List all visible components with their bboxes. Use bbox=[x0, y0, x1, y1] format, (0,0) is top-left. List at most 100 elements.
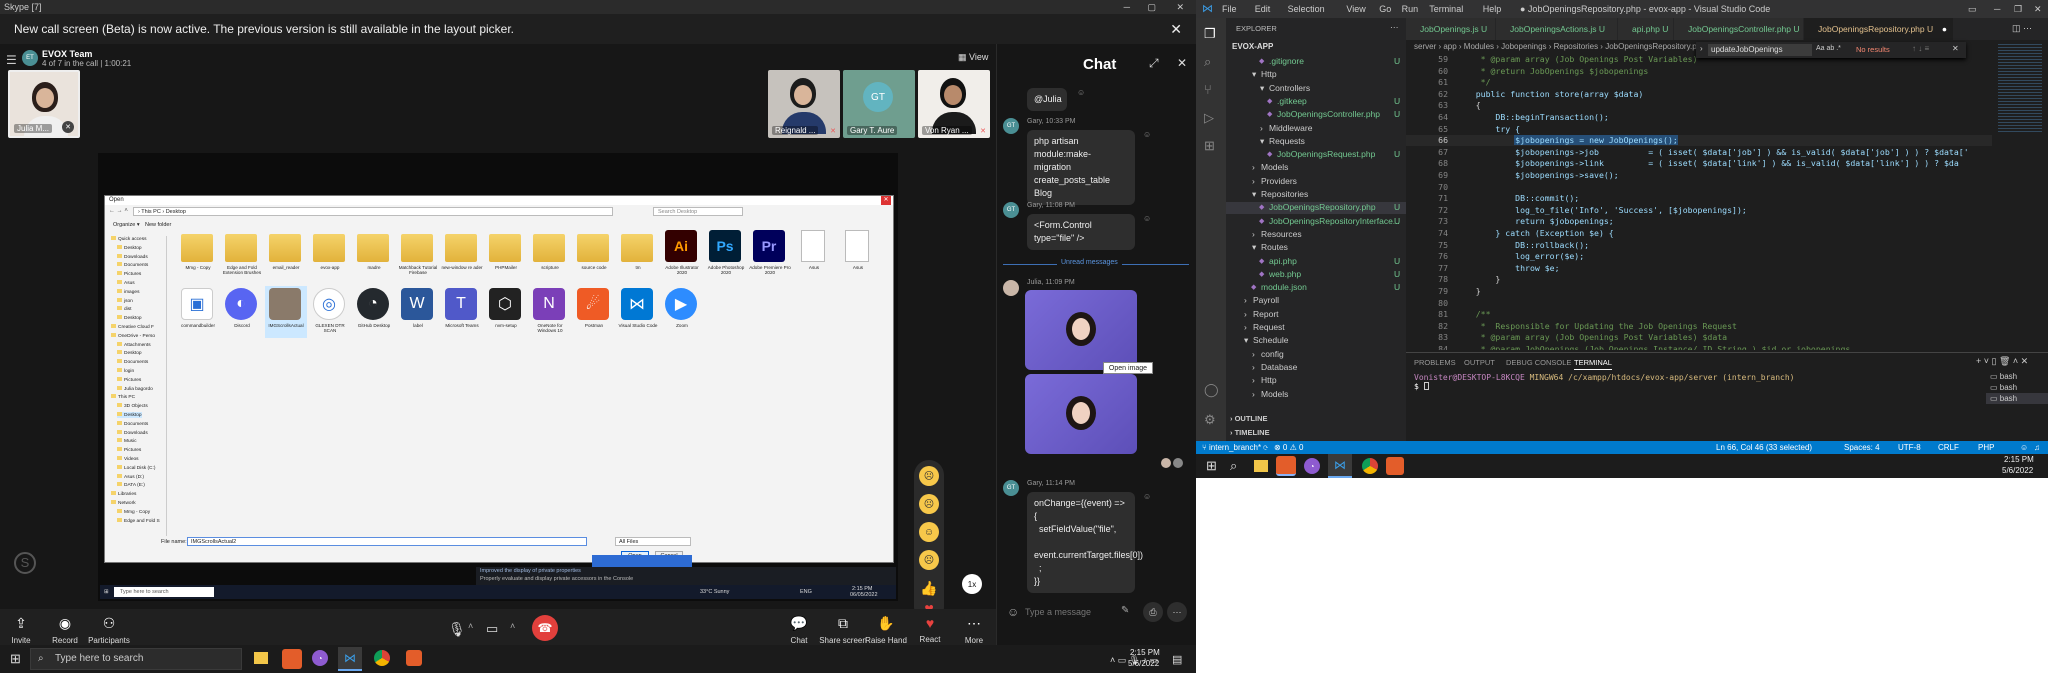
problems-status[interactable]: ⊗ 0 ⚠ 0 bbox=[1274, 441, 1303, 454]
folder-item[interactable]: › Payroll bbox=[1226, 295, 1406, 307]
file-item[interactable]: ◆ JobOpeningsRepository.php U bbox=[1226, 202, 1406, 215]
panel-tab[interactable]: PROBLEMS bbox=[1414, 358, 1456, 367]
nav-item[interactable]: Quick access bbox=[111, 236, 147, 242]
xampp-icon-2[interactable] bbox=[406, 650, 422, 666]
filetype-select[interactable]: All Files bbox=[615, 537, 691, 546]
taskbar-search[interactable]: ⌕ Type here to search bbox=[30, 648, 242, 670]
status-item[interactable]: Ln 66, Col 46 (33 selected) bbox=[1716, 441, 1812, 454]
camera-off-icon[interactable]: ▭ bbox=[486, 621, 498, 637]
source-control-icon[interactable]: ⑂ bbox=[1204, 82, 1212, 97]
menu-icon[interactable]: ☰ bbox=[6, 53, 17, 67]
nav-item[interactable]: Attachments bbox=[117, 341, 151, 348]
unsaved-dot-icon[interactable]: ● bbox=[1942, 18, 1947, 40]
maximize-icon[interactable]: ▢ bbox=[1147, 0, 1156, 14]
nav-item[interactable]: Music bbox=[117, 438, 137, 444]
end-call-button[interactable]: ☎ bbox=[532, 615, 558, 641]
menu-item[interactable]: Go bbox=[1379, 0, 1391, 18]
vscode-taskbar-icon[interactable]: ⋈ bbox=[1328, 454, 1352, 478]
windows-start-icon[interactable]: ⊞ bbox=[1206, 458, 1217, 474]
feedback-icon[interactable]: ☺ bbox=[2020, 441, 2028, 454]
emoji-icon[interactable]: ☺ bbox=[1007, 605, 1019, 619]
close-find-icon[interactable]: ✕ bbox=[1952, 44, 1959, 53]
find-nav-icons[interactable]: ↑ ↓ ≡ bbox=[1912, 44, 1929, 53]
smile-emoji-icon[interactable]: ☺ bbox=[919, 522, 939, 542]
panel-tab[interactable]: DEBUG CONSOLE bbox=[1506, 358, 1571, 367]
nav-item[interactable]: Desktop bbox=[117, 315, 142, 321]
file-entry[interactable]: Pr Adobe Premiere Pro 2020 bbox=[749, 228, 791, 280]
split-editor-icon[interactable]: ◫ ⋯ bbox=[2012, 23, 2032, 34]
filename-input[interactable]: IMGScrollsActual2 bbox=[187, 537, 587, 546]
share-screen-button[interactable]: ⧉ Share screen bbox=[818, 615, 868, 645]
nav-item[interactable]: Julia bagordo bbox=[117, 385, 153, 392]
react-smiley-icon[interactable]: ☺ bbox=[1143, 492, 1151, 501]
editor-breadcrumb[interactable]: server › app › Modules › Jobopenings › R… bbox=[1414, 42, 1706, 51]
file-entry[interactable]: new-window re ader bbox=[441, 228, 483, 280]
laugh-emoji-icon[interactable]: ☹ bbox=[919, 466, 939, 486]
file-entry[interactable]: ▶ Zoom bbox=[661, 286, 703, 338]
file-entry[interactable]: madre bbox=[353, 228, 395, 280]
file-explorer-icon[interactable] bbox=[254, 652, 268, 664]
file-entry[interactable]: ◐ Discord bbox=[221, 286, 263, 338]
nav-item[interactable]: Downloads bbox=[117, 253, 148, 260]
nav-item[interactable]: Creative Cloud F bbox=[111, 324, 154, 330]
nav-item[interactable]: json bbox=[117, 297, 133, 304]
menu-item[interactable]: File bbox=[1222, 0, 1237, 18]
nav-item[interactable]: login bbox=[117, 368, 134, 374]
nav-item[interactable]: DATA (E:) bbox=[117, 482, 145, 488]
crying-emoji-icon[interactable]: ☹ bbox=[919, 550, 939, 570]
settings-gear-icon[interactable]: ⚙ bbox=[1204, 412, 1216, 428]
file-item[interactable]: ◆ JobOpeningsController.php U bbox=[1226, 109, 1406, 121]
editor-tab[interactable]: JobOpeningsController.php U bbox=[1674, 18, 1804, 40]
terminal-shell-item[interactable]: ▭ bash bbox=[1986, 371, 2048, 382]
editor-tab[interactable]: JobOpeningsActions.js U bbox=[1496, 18, 1618, 40]
terminal-output[interactable]: Vonister@DESKTOP-L8KCQE MINGW64 /c/xampp… bbox=[1414, 373, 1964, 391]
chrome-icon[interactable] bbox=[1362, 458, 1378, 474]
mic-muted-icon[interactable]: 🎙 bbox=[448, 621, 466, 638]
file-entry[interactable]: ⋈ Visual Studio Code bbox=[617, 286, 659, 338]
file-entry[interactable]: Asus bbox=[793, 228, 835, 280]
bell-icon[interactable]: ♫ bbox=[2034, 441, 2040, 454]
nav-item[interactable]: Desktop bbox=[117, 350, 142, 356]
participant-tile-self[interactable]: Julia M... ✕ bbox=[8, 70, 80, 138]
nav-item[interactable]: Desktop bbox=[117, 412, 142, 418]
nav-item[interactable]: Videos bbox=[117, 456, 139, 462]
close-icon[interactable]: ✕ bbox=[2034, 0, 2042, 18]
file-entry[interactable]: tm bbox=[617, 228, 659, 280]
banner-close-icon[interactable]: ✕ bbox=[1170, 14, 1182, 44]
code-editor[interactable]: server › app › Modules › Jobopenings › R… bbox=[1406, 40, 2048, 352]
participant-tile[interactable]: Reignald ... ✕ bbox=[768, 70, 840, 138]
menu-item[interactable]: Selection bbox=[1288, 0, 1325, 18]
windows-start-icon[interactable]: ⊞ bbox=[10, 651, 21, 667]
dialog-close-icon[interactable]: ✕ bbox=[881, 196, 891, 205]
folder-item[interactable]: ▾ Requests bbox=[1226, 136, 1406, 148]
nav-item[interactable]: dist bbox=[117, 306, 131, 312]
notifications-icon[interactable]: ▤ bbox=[1172, 653, 1182, 666]
thumbs-up-icon[interactable]: 👍 bbox=[919, 578, 939, 598]
file-entry[interactable]: PHPMailer bbox=[485, 228, 527, 280]
file-entry[interactable]: IMGScrollsActual bbox=[265, 286, 307, 338]
file-entry[interactable]: scripture bbox=[529, 228, 571, 280]
github-desktop-icon[interactable]: ◔ bbox=[312, 650, 328, 666]
participants-button[interactable]: ⚇ Participants bbox=[84, 615, 134, 645]
status-item[interactable]: Spaces: 4 bbox=[1844, 441, 1880, 454]
popout-icon[interactable]: ⤢ bbox=[1149, 56, 1159, 71]
menu-item[interactable]: Help bbox=[1483, 0, 1502, 18]
branch-status[interactable]: ⑂ intern_branch* ⟳ bbox=[1202, 441, 1268, 454]
file-item[interactable]: ◆ JobOpeningsRequest.php U bbox=[1226, 149, 1406, 161]
layout-icon[interactable]: ▭ bbox=[1968, 0, 1977, 18]
folder-item[interactable]: › Database bbox=[1226, 362, 1406, 374]
file-entry[interactable]: N OneNote for Windows 10 bbox=[529, 286, 571, 338]
record-button[interactable]: ◉ Record bbox=[41, 615, 89, 645]
folder-item[interactable]: ▾ Schedule bbox=[1226, 335, 1406, 347]
participant-tile[interactable]: Von Ryan ... ✕ bbox=[918, 70, 990, 138]
file-entry[interactable]: ⬡ nvm-setup bbox=[485, 286, 527, 338]
find-input[interactable]: updateJobOpenings bbox=[1708, 44, 1812, 56]
chevron-up-icon[interactable]: ˄ bbox=[510, 621, 515, 631]
minimap[interactable] bbox=[1992, 40, 2048, 340]
xampp-icon[interactable] bbox=[282, 649, 302, 669]
nav-item[interactable]: Network bbox=[111, 500, 136, 506]
file-entry[interactable]: Matchback Tutorial Firebase bbox=[397, 228, 439, 280]
file-entry[interactable]: Wlabel bbox=[397, 286, 439, 338]
file-entry[interactable]: Ps Adobe Photoshop 2020 bbox=[705, 228, 747, 280]
folder-item[interactable]: › Providers bbox=[1226, 176, 1406, 188]
